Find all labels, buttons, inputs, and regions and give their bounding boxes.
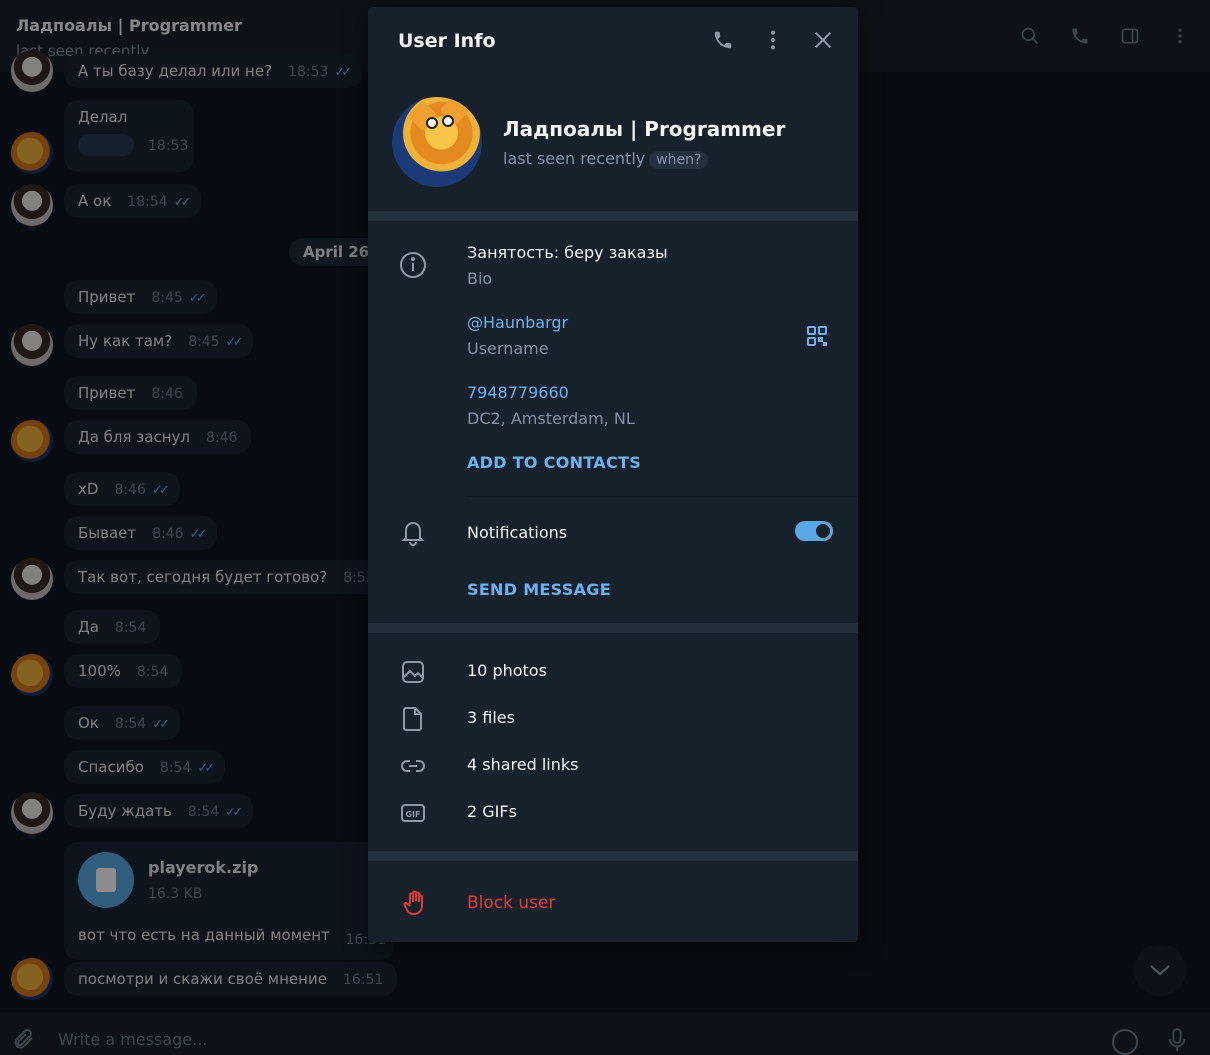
section-divider [368, 623, 858, 633]
profile-status: last seen recently when? [503, 149, 709, 169]
notifications-label: Notifications [467, 523, 568, 542]
when-badge[interactable]: when? [649, 151, 709, 169]
profile-avatar[interactable] [392, 97, 482, 187]
more-vertical-icon[interactable] [762, 29, 784, 51]
call-icon[interactable] [712, 29, 734, 51]
section-divider [368, 211, 858, 221]
dialog-header: User Info [368, 7, 858, 77]
dialog-title: User Info [398, 30, 496, 52]
block-user-button[interactable]: Block user [467, 893, 555, 913]
bell-icon [398, 517, 428, 547]
info-icon [398, 250, 428, 280]
bio-label: Bio [467, 269, 493, 288]
media-gifs-link[interactable]: 2 GIFs [467, 802, 517, 821]
block-hand-icon [403, 890, 423, 915]
notifications-toggle[interactable] [795, 521, 833, 541]
user-info-dialog: User Info Ладпоалы | Programmer last see… [368, 7, 858, 942]
divider [466, 496, 858, 497]
file-icon [398, 704, 428, 734]
link-icon [398, 751, 428, 781]
username-label: Username [467, 339, 549, 358]
username-value[interactable]: @Haunbargr [467, 313, 568, 332]
profile-name: Ладпоалы | Programmer [503, 117, 786, 141]
phone-value[interactable]: 7948779660 [467, 383, 569, 402]
send-message-button[interactable]: SEND MESSAGE [467, 580, 611, 599]
photo-icon [398, 657, 428, 687]
media-links-link[interactable]: 4 shared links [467, 755, 579, 774]
profile-section: Ладпоалы | Programmer last seen recently… [368, 77, 858, 211]
svg-text:GIF: GIF [405, 810, 420, 819]
qr-code-icon[interactable] [806, 325, 828, 347]
gif-icon: GIF [398, 798, 428, 828]
bio-value[interactable]: Занятость: беру заказы [467, 243, 668, 262]
section-divider [368, 851, 858, 861]
add-to-contacts-button[interactable]: ADD TO CONTACTS [467, 453, 641, 472]
media-photos-link[interactable]: 10 photos [467, 661, 547, 680]
close-icon[interactable] [812, 29, 834, 51]
phone-label: DC2, Amsterdam, NL [467, 409, 635, 428]
media-files-link[interactable]: 3 files [467, 708, 515, 727]
